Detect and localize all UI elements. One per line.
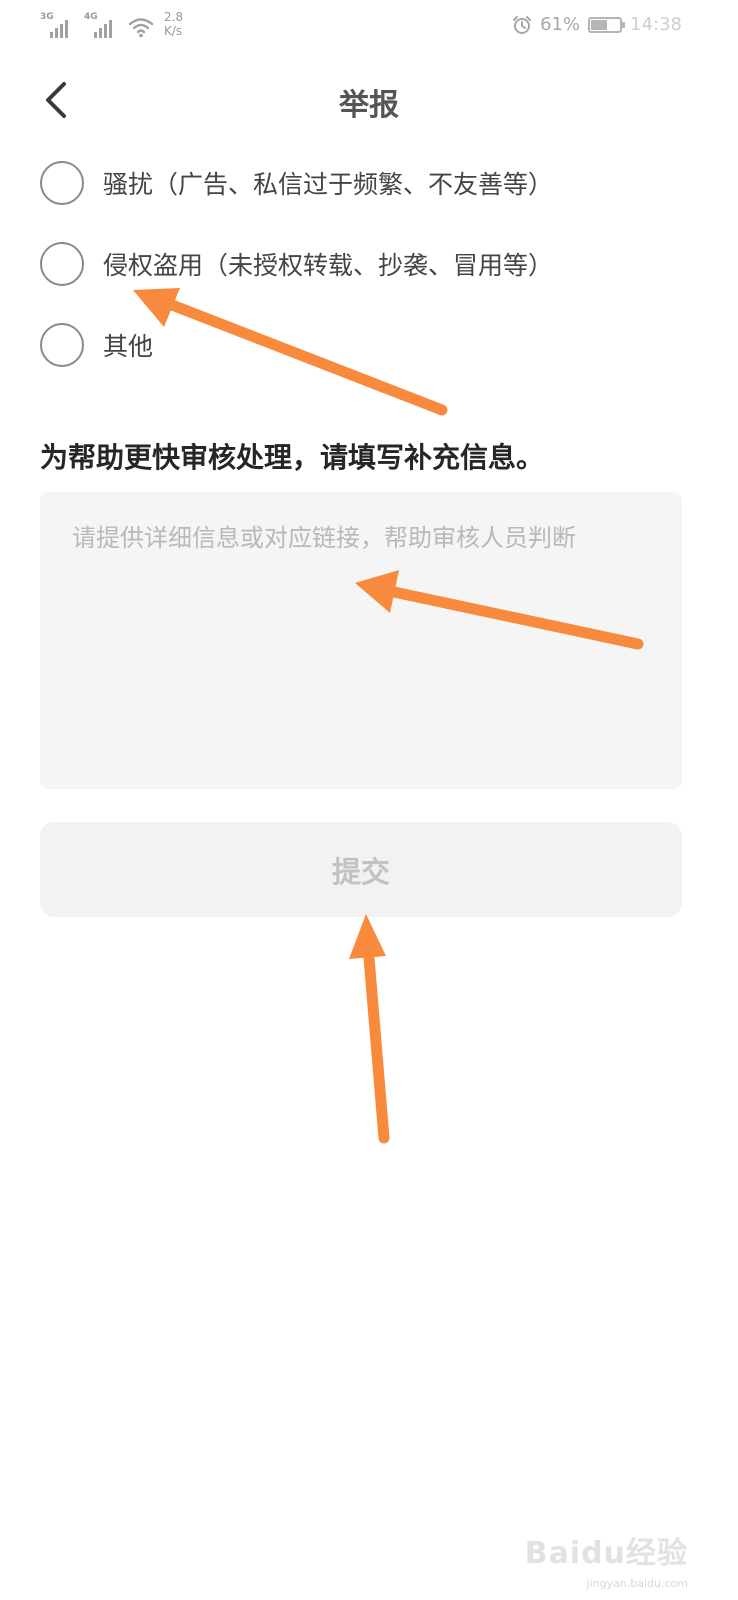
network-speed: 2.8 K/s <box>164 10 183 38</box>
signal-3g-icon: 3G <box>40 12 74 38</box>
option-label: 骚扰（广告、私信过于频繁、不友善等） <box>103 170 554 199</box>
wifi-icon <box>128 18 154 38</box>
network-speed-unit: K/s <box>164 24 183 38</box>
option-other[interactable]: 其他 <box>40 320 700 370</box>
radio-button[interactable] <box>40 323 84 367</box>
status-bar-left: 3G 4G 2.8 K/s <box>40 10 183 38</box>
battery-icon <box>588 16 626 33</box>
submit-button[interactable]: 提交 <box>40 822 682 917</box>
radio-button[interactable] <box>40 242 84 286</box>
status-bar: 3G 4G 2.8 K/s 61% 14:38 <box>0 0 738 52</box>
report-options: 骚扰（广告、私信过于频繁、不友善等） 侵权盗用（未授权转载、抄袭、冒用等） 其他 <box>40 158 700 401</box>
status-bar-right: 61% 14:38 <box>512 14 682 35</box>
network-speed-value: 2.8 <box>164 10 184 24</box>
status-time: 14:38 <box>630 14 682 35</box>
option-harassment[interactable]: 骚扰（广告、私信过于频繁、不友善等） <box>40 158 700 208</box>
battery-percent: 61% <box>540 14 581 35</box>
option-infringement[interactable]: 侵权盗用（未授权转载、抄袭、冒用等） <box>40 239 700 289</box>
battery-fill <box>591 19 607 30</box>
header: 举报 <box>0 60 738 140</box>
baidu-watermark: Baidu经验 jingyan.baidu.com <box>524 1528 688 1590</box>
option-label: 侵权盗用（未授权转载、抄袭、冒用等） <box>103 251 554 280</box>
signal-4g-icon: 4G <box>84 12 118 38</box>
alarm-icon <box>513 15 532 34</box>
supplement-hint: 为帮助更快审核处理，请填写补充信息。 <box>40 441 545 474</box>
arrow-to-submit <box>349 914 390 1144</box>
watermark-sub: jingyan.baidu.com <box>586 1577 688 1590</box>
watermark-main: Baidu经验 <box>524 1536 688 1571</box>
details-textarea[interactable] <box>40 492 682 789</box>
page-title: 举报 <box>339 88 399 123</box>
option-label: 其他 <box>103 332 154 361</box>
radio-button[interactable] <box>40 161 84 205</box>
